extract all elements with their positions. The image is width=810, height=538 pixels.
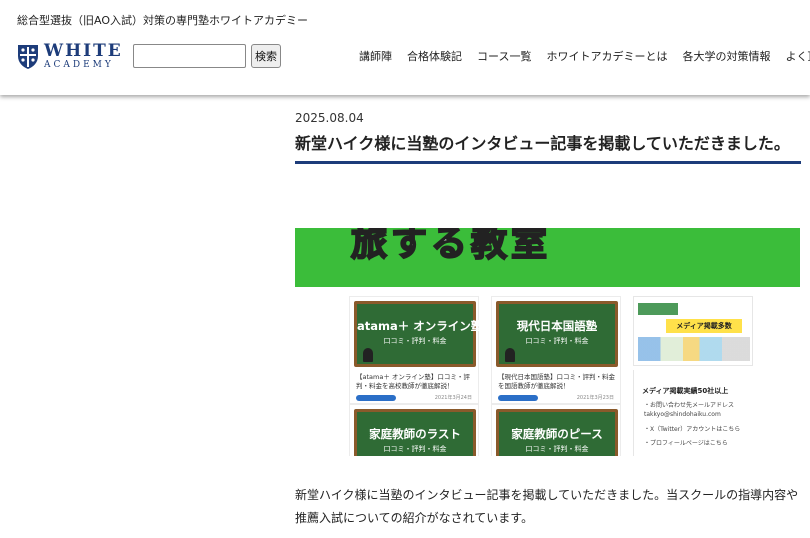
nav-item-instructors[interactable]: 講師陣	[359, 48, 392, 64]
article-date: 2025.08.04	[295, 111, 364, 125]
card-date: 2021年3月24日	[434, 395, 472, 401]
card-atama: atama＋ オンライン塾 口コミ・評判・料金 【atama＋ オンライン塾】口…	[349, 296, 483, 404]
article-title: 新堂ハイク様に当塾のインタビュー記事を掲載していただきました。	[295, 131, 801, 164]
chalkboard: 家庭教師のラスト 口コミ・評判・料金	[354, 409, 476, 456]
banner-text: 旅する教室	[350, 228, 552, 265]
card-title: 家庭教師のピース	[511, 427, 603, 441]
media-info-row: takkyo@shindohaiku.com	[644, 411, 721, 418]
nav-item-courses[interactable]: コース一覧	[477, 48, 531, 64]
card-last: 家庭教師のラスト 口コミ・評判・料金	[349, 404, 479, 456]
card-title: 家庭教師のラスト	[369, 427, 461, 441]
nav-item-faq[interactable]: よく頂く	[785, 48, 810, 64]
card-subtitle: 口コミ・評判・料金	[383, 337, 447, 345]
card-description: 【現代日本国語塾】口コミ・評判・料金を国語教師が徹底解説！	[498, 373, 615, 390]
card-title: atama＋ オンライン塾	[357, 319, 483, 333]
media-info-row: ・プロフィールページはこちら	[644, 440, 728, 447]
card-description: 【atama＋ オンライン塾】口コミ・評判・料金を高校教師が徹底解説！	[356, 373, 470, 390]
article-image: 旅する教室 atama＋ オンライン塾 口コミ・評判・料金 【atama＋ オン…	[295, 228, 800, 456]
site-header: 総合型選抜（旧AO入試）対策の専門塾ホワイトアカデミー WHITE ACADEM…	[0, 0, 810, 95]
card-date: 2021年3月23日	[576, 395, 614, 401]
card-subtitle: 口コミ・評判・料金	[525, 445, 589, 453]
media-info-row: ・お問い合わせ先メールアドレス	[644, 402, 735, 409]
search-input[interactable]	[133, 44, 246, 68]
card-subtitle: 口コミ・評判・料金	[383, 445, 447, 453]
nav-item-testimonials[interactable]: 合格体験記	[407, 48, 462, 64]
media-info-box: メディア掲載実績50社以上 ・お問い合わせ先メールアドレス takkyo@shi…	[633, 370, 753, 456]
card-gendai: 現代日本国語塾 口コミ・評判・料金 【現代日本国語塾】口コミ・評判・料金を国語教…	[491, 296, 621, 404]
site-tagline: 総合型選抜（旧AO入試）対策の専門塾ホワイトアカデミー	[17, 14, 308, 27]
media-banner: メディア掲載多数	[633, 296, 753, 366]
category-tag	[356, 395, 396, 401]
thumbnail	[638, 303, 678, 315]
chalkboard: 家庭教師のピース 口コミ・評判・料金	[496, 409, 618, 456]
search-button[interactable]: 検索	[251, 44, 281, 68]
nav-item-university-info[interactable]: 各大学の対策情報	[682, 48, 770, 64]
media-banner-text: メディア掲載多数	[676, 322, 732, 330]
article-body: 新堂ハイク様に当塾のインタビュー記事を掲載していただきました。当スクールの指導内…	[295, 488, 799, 525]
card-title: 現代日本国語塾	[516, 319, 598, 333]
media-info-title: メディア掲載実績50社以上	[642, 387, 729, 395]
crest-icon	[18, 44, 38, 69]
teacher-icon	[363, 348, 373, 362]
media-banner-label: メディア掲載多数	[666, 319, 742, 333]
nav-item-about[interactable]: ホワイトアカデミーとは	[546, 48, 667, 64]
main-nav: 講師陣 合格体験記 コース一覧 ホワイトアカデミーとは 各大学の対策情報 よく頂…	[359, 48, 810, 64]
card-peace: 家庭教師のピース 口コミ・評判・料金	[491, 404, 621, 456]
site-logo[interactable]: WHITE ACADEMY	[17, 43, 123, 70]
card-subtitle: 口コミ・評判・料金	[525, 337, 589, 345]
chalkboard: atama＋ オンライン塾 口コミ・評判・料金	[354, 301, 483, 367]
chalkboard: 現代日本国語塾 口コミ・評判・料金	[496, 301, 618, 367]
media-logos-strip	[638, 337, 750, 361]
media-info-row: ・X（Twitter）アカウントはこちら	[644, 426, 741, 433]
logo-text-white: WHITE	[44, 41, 123, 61]
category-tag	[498, 395, 538, 401]
logo-text-academy: ACADEMY	[44, 60, 114, 70]
teacher-icon	[505, 348, 515, 362]
banner-band: 旅する教室	[295, 228, 800, 287]
